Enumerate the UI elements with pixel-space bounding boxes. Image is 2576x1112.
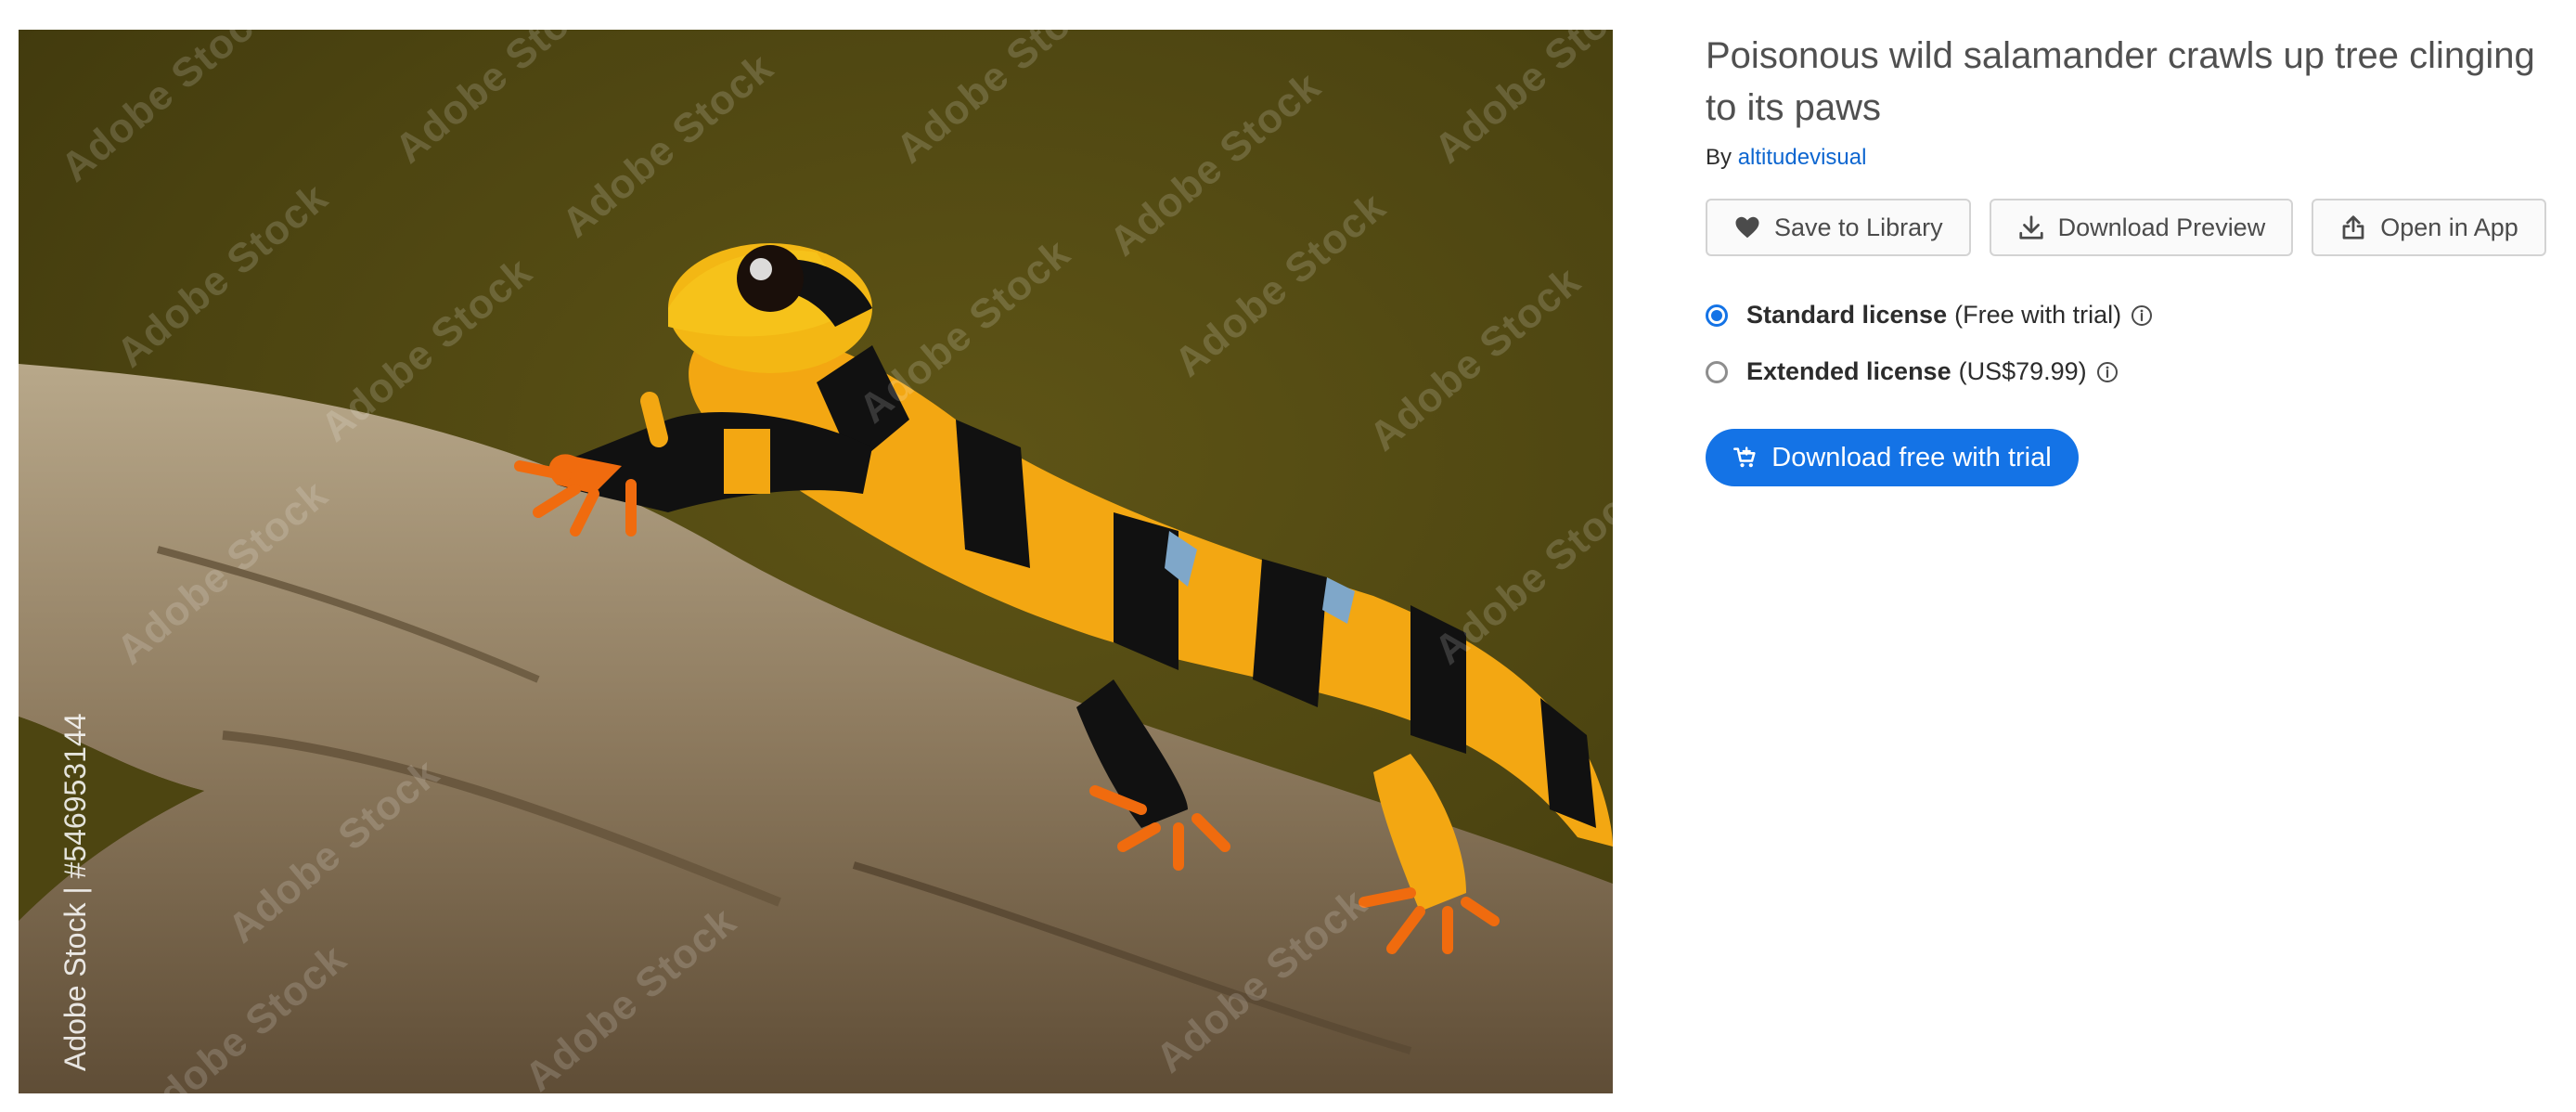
image-credit: Adobe Stock | #546953144 bbox=[58, 713, 92, 1071]
extended-license-note: (US$79.99) bbox=[1958, 357, 2087, 385]
cta-label: Download free with trial bbox=[1771, 442, 2052, 472]
by-label: By bbox=[1706, 145, 1732, 170]
open-in-app-label: Open in App bbox=[2380, 213, 2518, 241]
stock-photo: Adobe Stock Adobe Stock Adobe Stock Adob… bbox=[19, 30, 1613, 1093]
author-link[interactable]: altitudevisual bbox=[1738, 145, 1867, 170]
standard-license-radio[interactable] bbox=[1706, 304, 1728, 327]
open-in-app-button[interactable]: Open in App bbox=[2312, 199, 2546, 256]
license-option-standard[interactable]: Standard license (Free with trial) bbox=[1706, 301, 2559, 330]
info-icon[interactable] bbox=[2131, 304, 2153, 327]
asset-details-panel: Poisonous wild salamander crawls up tree… bbox=[1706, 30, 2559, 486]
license-option-extended[interactable]: Extended license (US$79.99) bbox=[1706, 357, 2559, 386]
asset-title: Poisonous wild salamander crawls up tree… bbox=[1706, 35, 2535, 128]
download-free-with-trial-button[interactable]: Download free with trial bbox=[1706, 429, 2079, 486]
share-icon bbox=[2339, 213, 2367, 241]
save-label: Save to Library bbox=[1774, 213, 1943, 241]
cart-icon bbox=[1732, 445, 1758, 471]
standard-license-name: Standard license bbox=[1746, 301, 1948, 329]
info-icon[interactable] bbox=[2096, 361, 2119, 383]
byline: By altitudevisual bbox=[1706, 145, 2559, 171]
standard-license-note: (Free with trial) bbox=[1954, 301, 2122, 329]
salamander-illustration bbox=[19, 243, 1613, 1093]
download-preview-label: Download Preview bbox=[2057, 213, 2266, 241]
action-bar: Save to Library Download Preview Open in… bbox=[1706, 199, 2559, 256]
extended-license-radio[interactable] bbox=[1706, 360, 1728, 383]
download-icon bbox=[2017, 213, 2045, 241]
heart-icon bbox=[1733, 213, 1761, 241]
download-preview-button[interactable]: Download Preview bbox=[1989, 199, 2294, 256]
extended-license-name: Extended license bbox=[1746, 357, 1951, 385]
save-to-library-button[interactable]: Save to Library bbox=[1706, 199, 1971, 256]
